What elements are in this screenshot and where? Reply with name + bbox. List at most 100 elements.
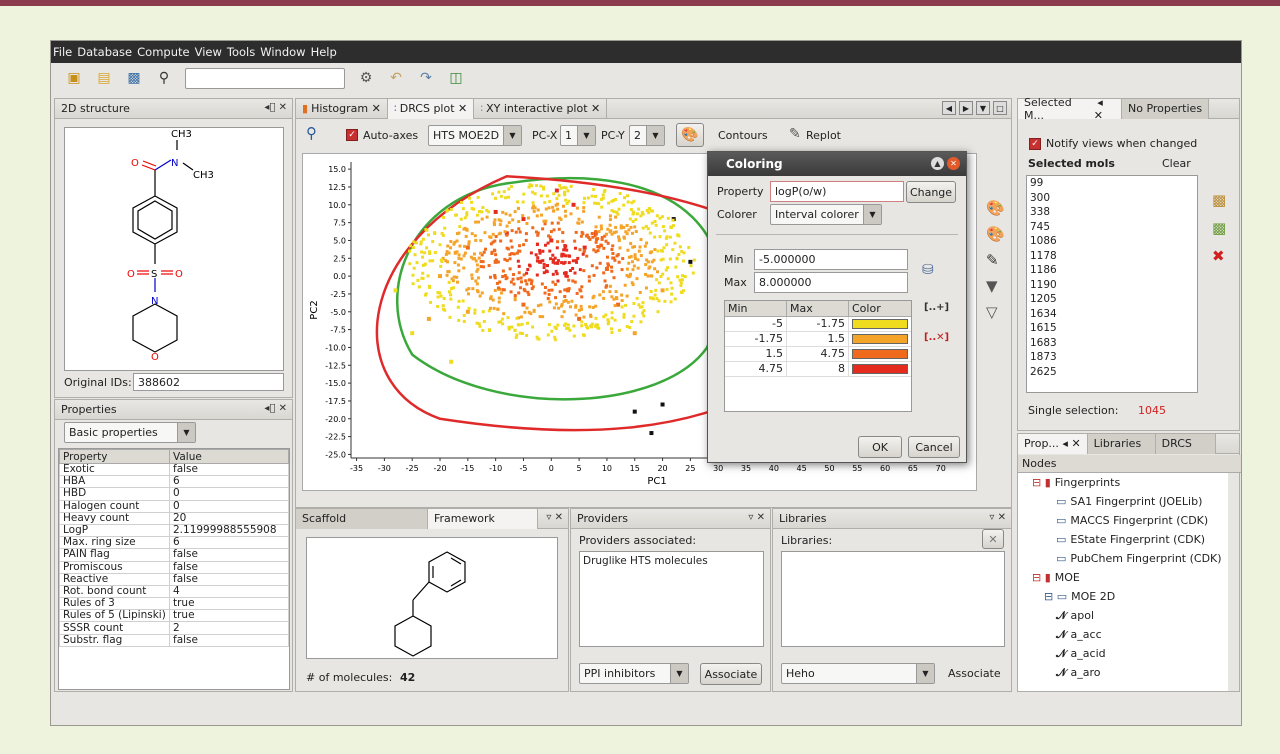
- tab-drcs-plot[interactable]: ∶ DRCS plot ✕: [387, 98, 475, 119]
- scroll-left-icon[interactable]: ◀: [942, 101, 956, 115]
- table-row[interactable]: SSSR count 2: [59, 621, 289, 635]
- tree-node[interactable]: ⊟ ▭ MOE 2D: [1018, 587, 1228, 606]
- tree-node[interactable]: ⊟ ▮ Fingerprints: [1018, 473, 1228, 492]
- data-point[interactable]: [577, 316, 582, 321]
- open-database-icon[interactable]: ▣: [65, 69, 83, 87]
- redo-icon[interactable]: ↷: [417, 69, 435, 87]
- tab-drcs[interactable]: DRCS: [1155, 433, 1216, 454]
- tree-node[interactable]: 𝒩a_acc: [1018, 625, 1228, 644]
- panel-controls-icon[interactable]: ◂⃔ ✕: [264, 403, 287, 414]
- tab-list-icon[interactable]: ▼: [976, 101, 990, 115]
- interval-max[interactable]: 1.5: [787, 332, 849, 346]
- change-button[interactable]: Change: [906, 181, 956, 203]
- data-point[interactable]: [616, 302, 621, 307]
- save-selection-icon[interactable]: ▩: [1212, 191, 1226, 209]
- interval-max[interactable]: 8: [787, 362, 849, 376]
- pcy-select[interactable]: 2 ▼: [629, 125, 665, 146]
- panel-controls-icon[interactable]: ▿ ✕: [748, 512, 765, 523]
- list-item[interactable]: 1178: [1027, 249, 1197, 264]
- interval-color-swatch[interactable]: [852, 349, 908, 359]
- coloring-palette-button[interactable]: 🎨: [676, 123, 704, 147]
- interval-row[interactable]: -5 -1.75: [725, 317, 911, 332]
- cancel-button[interactable]: Cancel: [908, 436, 960, 458]
- tree-node[interactable]: ▭ SA1 Fingerprint (JOELib): [1018, 492, 1228, 511]
- palette-icon[interactable]: 🎨: [986, 199, 1005, 217]
- interval-max[interactable]: -1.75: [787, 317, 849, 331]
- data-point[interactable]: [649, 431, 654, 436]
- column-header-color[interactable]: Color: [849, 301, 911, 316]
- data-point[interactable]: [465, 309, 470, 314]
- table-row[interactable]: Exotic false: [59, 462, 289, 477]
- undo-icon[interactable]: ↶: [387, 69, 405, 87]
- data-point[interactable]: [660, 288, 665, 293]
- column-header-max[interactable]: Max: [787, 301, 849, 316]
- add-interval-icon[interactable]: [..+]: [924, 302, 949, 313]
- list-item[interactable]: 1205: [1027, 292, 1197, 307]
- list-item[interactable]: Druglike HTS molecules: [580, 552, 763, 567]
- interval-row[interactable]: 4.75 8: [725, 362, 911, 377]
- tree-node[interactable]: 𝒩a_aro: [1018, 663, 1228, 682]
- data-point[interactable]: [410, 331, 415, 336]
- list-item[interactable]: 1615: [1027, 321, 1197, 336]
- provider-select[interactable]: PPI inhibitors ▼: [579, 663, 689, 684]
- menu-item-database[interactable]: Database: [77, 45, 132, 59]
- property-set-select[interactable]: Basic properties ▼: [64, 422, 196, 443]
- data-point[interactable]: [493, 209, 498, 214]
- delete-icon[interactable]: ✖: [1212, 247, 1226, 265]
- add-to-library-icon[interactable]: ▩: [1212, 219, 1226, 237]
- selected-mols-list[interactable]: 99 300 338 745 1086 1178 1186 1190 1205 1634 1615 1…: [1026, 175, 1198, 393]
- interval-min[interactable]: -5: [725, 317, 787, 331]
- interval-row[interactable]: 1.5 4.75: [725, 347, 911, 362]
- interval-min[interactable]: 4.75: [725, 362, 787, 376]
- list-item[interactable]: 300: [1027, 191, 1197, 206]
- nodes-header[interactable]: Nodes: [1018, 455, 1241, 473]
- palette-alt-icon[interactable]: 🎨: [986, 225, 1005, 243]
- dataset-select[interactable]: HTS MOE2D ▼: [428, 125, 522, 146]
- table-row[interactable]: HBD 0: [59, 487, 289, 501]
- data-point[interactable]: [632, 331, 637, 336]
- column-header-min[interactable]: Min: [725, 301, 787, 316]
- data-point[interactable]: [632, 409, 637, 414]
- list-item[interactable]: 1086: [1027, 234, 1197, 249]
- tab-selected-molecules[interactable]: Selected M... ◂ ✕: [1018, 96, 1122, 122]
- data-point[interactable]: [549, 238, 554, 243]
- tab-libraries[interactable]: Libraries: [1087, 433, 1156, 454]
- tab-histogram[interactable]: ▮ Histogram ✕: [296, 98, 388, 119]
- tree-node[interactable]: ▭ MACCS Fingerprint (CDK): [1018, 511, 1228, 530]
- panel-controls-icon[interactable]: ▿ ✕: [546, 512, 563, 523]
- max-input[interactable]: 8.000000: [754, 272, 908, 293]
- interval-row[interactable]: -1.75 1.5: [725, 332, 911, 347]
- list-item[interactable]: 338: [1027, 205, 1197, 220]
- interval-max[interactable]: 4.75: [787, 347, 849, 361]
- remove-library-button[interactable]: ✕: [982, 529, 1004, 549]
- library-select[interactable]: Heho ▼: [781, 663, 935, 684]
- tree-node[interactable]: 𝒩apol: [1018, 606, 1228, 625]
- data-point[interactable]: [438, 274, 443, 279]
- zoom-icon[interactable]: ⚲: [306, 124, 317, 142]
- column-header-value[interactable]: Value: [169, 449, 289, 464]
- property-input[interactable]: logP(o/w): [770, 181, 904, 202]
- data-point[interactable]: [426, 316, 431, 321]
- list-item[interactable]: 99: [1027, 176, 1197, 191]
- min-input[interactable]: -5.000000: [754, 249, 908, 270]
- table-row[interactable]: Halogen count 0: [59, 499, 289, 513]
- interval-color-swatch[interactable]: [852, 364, 908, 374]
- menu-item-file[interactable]: File: [53, 45, 72, 59]
- tree-node[interactable]: 𝒩a_acid: [1018, 644, 1228, 663]
- interval-color-swatch[interactable]: [852, 319, 908, 329]
- menu-item-compute[interactable]: Compute: [137, 45, 189, 59]
- colorer-select[interactable]: Interval colorer ▼: [770, 204, 882, 225]
- new-window-icon[interactable]: ◫: [447, 69, 465, 87]
- original-ids-field[interactable]: 388602: [133, 373, 284, 391]
- data-point[interactable]: [688, 259, 693, 264]
- table-row[interactable]: HBA 6: [59, 475, 289, 489]
- table-row[interactable]: PAIN flag false: [59, 548, 289, 562]
- tab-xy-plot[interactable]: ∶ XY interactive plot ✕: [474, 98, 608, 119]
- interval-min[interactable]: -1.75: [725, 332, 787, 346]
- generate-intervals-icon[interactable]: ⛁: [922, 262, 934, 278]
- data-point[interactable]: [521, 217, 526, 222]
- data-point[interactable]: [521, 302, 526, 307]
- database-icon[interactable]: ▤: [95, 69, 113, 87]
- search-input[interactable]: [185, 67, 345, 89]
- panel-controls-icon[interactable]: ◂⃔ ✕: [264, 102, 287, 113]
